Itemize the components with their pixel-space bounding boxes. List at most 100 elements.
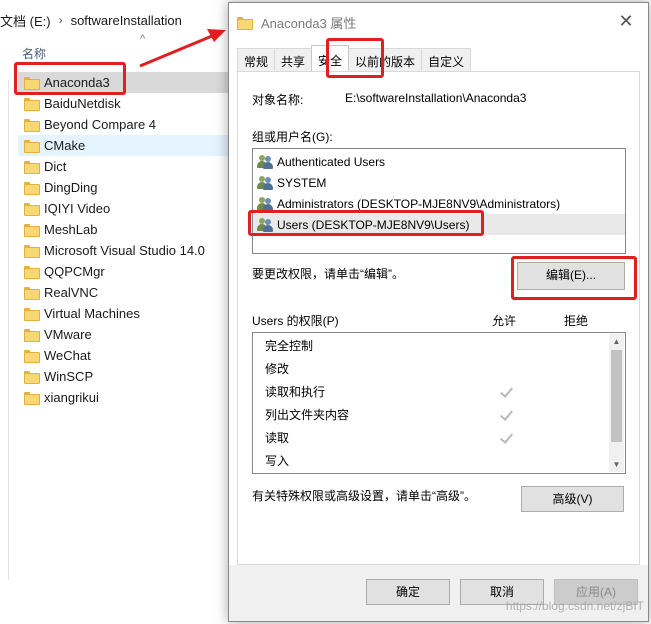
watermark: https://blog.csdn.net/zjBIT	[505, 599, 644, 613]
folder-name: IQIYI Video	[44, 201, 111, 216]
file-list-item[interactable]: Anaconda3	[18, 72, 230, 93]
user-list-item[interactable]: Administrators (DESKTOP-MJE8NV9\Administ…	[253, 193, 625, 214]
screenshot-stage: 文档 (E:) › softwareInstallation ^ 名称 Anac…	[0, 0, 651, 624]
breadcrumb-drive[interactable]: 文档 (E:)	[0, 11, 51, 30]
folder-name: Dict	[44, 159, 67, 174]
folder-icon	[24, 392, 40, 405]
group-user-label: 组或用户名(G):	[252, 130, 333, 144]
folder-name: WeChat	[44, 348, 91, 363]
tab-strip: 常规 共享 安全 以前的版本 自定义	[237, 45, 472, 72]
file-list-item[interactable]: QQPCMgr	[18, 261, 230, 282]
user-list[interactable]: Authenticated Users SYSTEM Administrators …	[252, 148, 626, 254]
folder-icon	[24, 224, 40, 237]
tab-1[interactable]: 共享	[274, 48, 313, 71]
file-list-item[interactable]: RealVNC	[18, 282, 230, 303]
file-list-item[interactable]: Dict	[18, 156, 230, 177]
user-group-icon	[257, 196, 273, 211]
permission-scrollbar[interactable]: ▲ ▼	[609, 334, 624, 472]
chevron-right-icon: ›	[58, 13, 63, 27]
allow-column-header: 允许	[492, 314, 517, 328]
scroll-down-icon[interactable]: ▼	[609, 457, 624, 472]
dialog-footer: 确定 取消 应用(A) https://blog.csdn.net/zjBIT	[229, 565, 648, 621]
object-name-value: E:\softwareInstallation\Anaconda3	[345, 91, 527, 105]
folder-icon	[24, 161, 40, 174]
user-group-icon	[257, 154, 273, 169]
permission-row-label: 完全控制	[265, 339, 314, 353]
file-list-item[interactable]: CMake	[18, 135, 230, 156]
file-list-item[interactable]: MeshLab	[18, 219, 230, 240]
folder-name: BaiduNetdisk	[44, 96, 121, 111]
folder-name: Anaconda3	[44, 75, 110, 90]
sort-ascending-icon: ^	[140, 33, 146, 45]
advanced-button[interactable]: 高级(V)	[521, 486, 624, 512]
file-list-item[interactable]: xiangrikui	[18, 387, 230, 408]
properties-dialog: Anaconda3 属性 ✕ 常规 共享 安全 以前的版本 自定义 对象名称: E:\s…	[228, 2, 649, 622]
folder-icon	[24, 203, 40, 216]
folder-icon	[24, 350, 40, 363]
permissions-header: Users 的权限(P)	[252, 314, 339, 328]
file-list: Anaconda3 BaiduNetdisk Beyond Compare 4 CMa…	[18, 72, 230, 408]
folder-name: MeshLab	[44, 222, 98, 237]
folder-name: Beyond Compare 4	[44, 117, 157, 132]
folder-name: RealVNC	[44, 285, 99, 300]
breadcrumb-folder[interactable]: softwareInstallation	[71, 13, 182, 28]
folder-name: Virtual Machines	[44, 306, 140, 321]
permission-row-label: 列出文件夹内容	[265, 408, 350, 422]
folder-icon	[237, 16, 253, 30]
file-list-item[interactable]: WeChat	[18, 345, 230, 366]
user-name: Authenticated Users	[277, 154, 386, 169]
user-group-icon	[257, 217, 273, 232]
folder-icon	[24, 329, 40, 342]
dialog-titlebar[interactable]: Anaconda3 属性	[229, 3, 648, 41]
folder-icon	[24, 140, 40, 153]
user-list-item[interactable]: Users (DESKTOP-MJE8NV9\Users)	[253, 214, 625, 235]
user-name: Users (DESKTOP-MJE8NV9\Users)	[277, 217, 470, 232]
pane-divider	[8, 80, 9, 580]
file-list-item[interactable]: VMware	[18, 324, 230, 345]
dialog-title: Anaconda3 属性	[261, 15, 357, 31]
permission-row-label: 写入	[265, 454, 290, 468]
folder-name: Microsoft Visual Studio 14.0	[44, 243, 205, 258]
user-group-icon	[257, 175, 273, 190]
permission-list[interactable]: ▲ ▼ 完全控制 修改 读取和执行 列出文件夹内容 读取 写入	[252, 332, 626, 474]
object-name-label: 对象名称:	[252, 93, 304, 107]
change-permission-hint: 要更改权限，请单击“编辑”。	[252, 267, 404, 281]
folder-icon	[24, 182, 40, 195]
scroll-thumb[interactable]	[611, 350, 622, 442]
folder-icon	[24, 98, 40, 111]
folder-icon	[24, 287, 40, 300]
allow-check-icon	[499, 408, 513, 422]
user-list-item[interactable]: Authenticated Users	[253, 151, 625, 172]
permission-row-label: 修改	[265, 362, 290, 376]
file-list-item[interactable]: IQIYI Video	[18, 198, 230, 219]
file-list-item[interactable]: WinSCP	[18, 366, 230, 387]
advanced-hint: 有关特殊权限或高级设置，请单击“高级”。	[252, 489, 476, 503]
permission-row-label: 读取和执行	[265, 385, 326, 399]
close-icon[interactable]: ✕	[618, 11, 634, 31]
tab-2[interactable]: 安全	[311, 45, 350, 71]
breadcrumb: 文档 (E:) › softwareInstallation	[0, 8, 182, 32]
folder-icon	[24, 371, 40, 384]
folder-name: DingDing	[44, 180, 98, 195]
tab-0[interactable]: 常规	[237, 48, 276, 71]
file-list-item[interactable]: DingDing	[18, 177, 230, 198]
allow-check-icon	[499, 385, 513, 399]
tab-3[interactable]: 以前的版本	[348, 48, 423, 71]
file-list-item[interactable]: Beyond Compare 4	[18, 114, 230, 135]
folder-name: VMware	[44, 327, 92, 342]
ok-button[interactable]: 确定	[366, 579, 450, 605]
edit-button[interactable]: 编辑(E)...	[517, 262, 625, 290]
security-tab-panel: 对象名称: E:\softwareInstallation\Anaconda3 …	[237, 71, 640, 565]
user-name: Administrators (DESKTOP-MJE8NV9\Administ…	[277, 196, 561, 211]
folder-name: CMake	[44, 138, 86, 153]
column-header-name[interactable]: 名称	[22, 45, 46, 62]
file-list-item[interactable]: Microsoft Visual Studio 14.0	[18, 240, 230, 261]
folder-icon	[24, 266, 40, 279]
folder-name: xiangrikui	[44, 390, 99, 405]
folder-icon	[24, 77, 40, 90]
tab-4[interactable]: 自定义	[421, 48, 472, 71]
scroll-up-icon[interactable]: ▲	[609, 334, 624, 349]
file-list-item[interactable]: Virtual Machines	[18, 303, 230, 324]
file-list-item[interactable]: BaiduNetdisk	[18, 93, 230, 114]
user-list-item[interactable]: SYSTEM	[253, 172, 625, 193]
